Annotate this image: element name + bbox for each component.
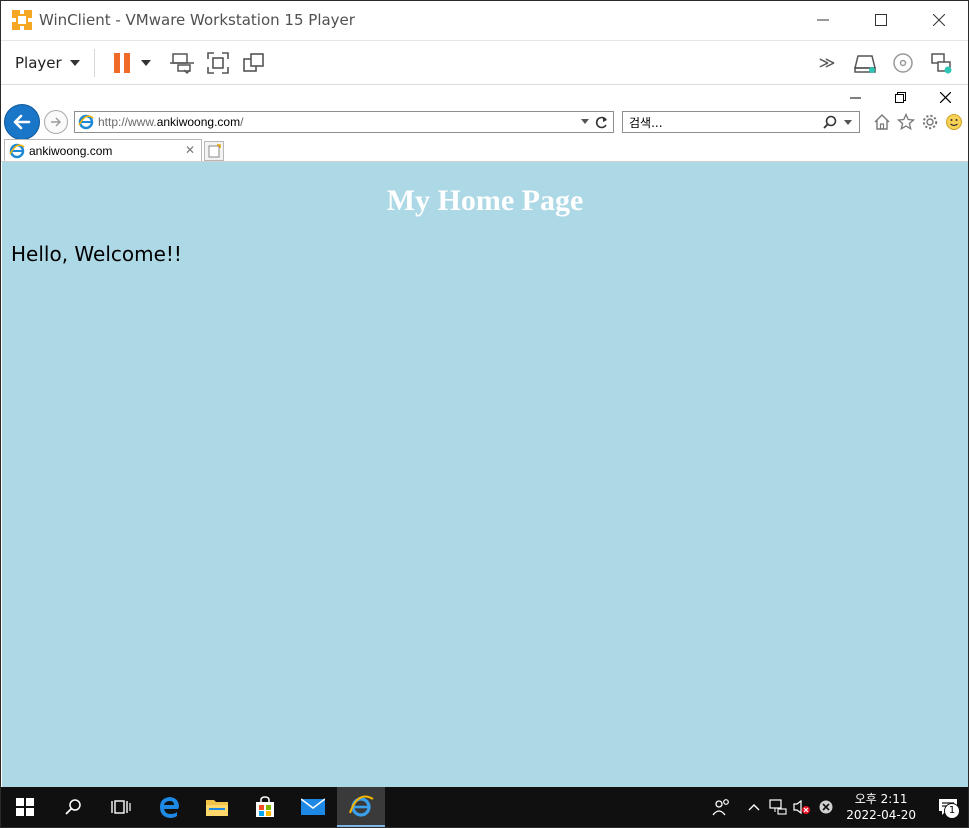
network-icon xyxy=(769,799,787,815)
vmware-window: WinClient - VMware Workstation 15 Player… xyxy=(0,0,969,828)
page-heading: My Home Page xyxy=(386,184,584,217)
pause-dropdown-button[interactable] xyxy=(139,50,153,76)
volume-button[interactable] xyxy=(790,787,814,827)
hard-disk-button[interactable] xyxy=(852,50,878,76)
unity-button[interactable] xyxy=(241,50,267,76)
address-bar[interactable]: http://www.ankiwoong.com/ xyxy=(74,111,614,133)
full-screen-button[interactable] xyxy=(205,50,231,76)
clock-date: 2022-04-20 xyxy=(846,808,916,822)
gear-icon xyxy=(922,114,938,130)
send-ctrl-alt-del-button[interactable] xyxy=(169,50,195,76)
web-page-content: My Home Page Hello, Welcome!! xyxy=(2,162,968,787)
store-icon xyxy=(256,796,274,817)
refresh-icon[interactable] xyxy=(595,115,608,132)
minimize-button[interactable] xyxy=(794,1,852,39)
favorites-button[interactable] xyxy=(894,111,918,133)
internet-explorer-icon xyxy=(349,795,374,817)
search-taskbar-button[interactable] xyxy=(49,787,97,827)
edge-icon xyxy=(160,797,179,818)
player-menu-button[interactable]: Player xyxy=(15,54,80,72)
close-button[interactable] xyxy=(910,1,968,39)
vm-titlebar: WinClient - VMware Workstation 15 Player xyxy=(1,1,968,39)
star-icon xyxy=(897,113,915,131)
tab-strip: ankiwoong.com ✕ xyxy=(1,139,968,162)
notification-count-badge: 1 xyxy=(944,803,960,819)
task-view-icon xyxy=(111,800,131,814)
unity-icon xyxy=(242,52,264,72)
network-adapter-button[interactable] xyxy=(928,50,954,76)
home-button[interactable] xyxy=(870,111,894,133)
back-button[interactable] xyxy=(4,104,40,140)
double-chevron-right-icon: ≫ xyxy=(818,53,836,72)
clock-time: 오후 2:11 xyxy=(854,792,908,806)
disc-icon xyxy=(893,52,913,73)
volume-muted-icon xyxy=(793,799,811,815)
ie-navigation-bar: http://www.ankiwoong.com/ 검색... xyxy=(1,104,968,140)
folder-icon xyxy=(206,800,228,816)
mail-icon xyxy=(301,798,325,815)
fullscreen-icon xyxy=(206,51,229,74)
search-box[interactable]: 검색... xyxy=(622,111,860,133)
chevron-up-icon xyxy=(748,804,760,811)
forward-button[interactable] xyxy=(44,110,68,134)
search-icon xyxy=(65,799,81,815)
pause-button[interactable] xyxy=(109,50,135,76)
clock[interactable]: 오후 2:11 2022-04-20 xyxy=(846,791,916,823)
player-menu-label: Player xyxy=(15,53,62,72)
people-button[interactable] xyxy=(702,787,742,827)
search-icon[interactable] xyxy=(823,115,837,132)
start-button[interactable] xyxy=(1,787,49,827)
windows-logo-icon xyxy=(16,798,34,816)
window-title: WinClient - VMware Workstation 15 Player xyxy=(39,11,355,29)
more-devices-button[interactable]: ≫ xyxy=(814,50,840,76)
network-status-button[interactable] xyxy=(766,787,790,827)
page-paragraph: Hello, Welcome!! xyxy=(11,242,182,266)
system-tray: 오후 2:11 2022-04-20 1 xyxy=(702,787,968,827)
pause-icon xyxy=(113,52,130,73)
new-tab-button[interactable] xyxy=(204,141,224,161)
show-hidden-icons-button[interactable] xyxy=(742,787,766,827)
mail-button[interactable] xyxy=(289,787,337,827)
action-center-button[interactable]: 1 xyxy=(928,787,968,827)
home-icon xyxy=(874,114,890,130)
tab-ankiwoong[interactable]: ankiwoong.com ✕ xyxy=(4,139,202,161)
tab-close-icon[interactable]: ✕ xyxy=(185,143,195,157)
address-dropdown-icon[interactable] xyxy=(581,119,589,124)
people-icon xyxy=(712,799,730,816)
ie-page-icon xyxy=(9,143,25,158)
ie-page-icon xyxy=(78,114,94,130)
internet-explorer-button[interactable] xyxy=(337,787,385,827)
toolbar-divider xyxy=(93,48,95,77)
send-keys-icon xyxy=(169,52,194,74)
tab-title: ankiwoong.com xyxy=(29,143,113,158)
windows-taskbar: 오후 2:11 2022-04-20 1 xyxy=(1,787,968,827)
file-explorer-button[interactable] xyxy=(193,787,241,827)
smiley-icon xyxy=(946,114,962,130)
feedback-button[interactable] xyxy=(942,111,966,133)
chevron-down-icon xyxy=(69,59,80,66)
search-dropdown-icon[interactable] xyxy=(844,120,852,125)
cd-dvd-button[interactable] xyxy=(890,50,916,76)
arrow-left-icon xyxy=(13,114,31,130)
error-circle-icon xyxy=(819,800,833,814)
address-url: http://www.ankiwoong.com/ xyxy=(98,115,244,129)
arrow-right-icon xyxy=(51,117,61,127)
store-button[interactable] xyxy=(241,787,289,827)
vm-toolbar: Player ≫ xyxy=(1,40,968,85)
maximize-button[interactable] xyxy=(852,1,910,39)
new-tab-icon xyxy=(208,144,221,158)
network-icon xyxy=(931,52,952,73)
vmware-logo-icon xyxy=(11,9,33,31)
tools-button[interactable] xyxy=(918,111,942,133)
edge-button[interactable] xyxy=(145,787,193,827)
task-view-button[interactable] xyxy=(97,787,145,827)
alert-button[interactable] xyxy=(814,787,838,827)
hard-disk-icon xyxy=(854,54,876,73)
chevron-down-icon xyxy=(140,59,151,66)
search-input[interactable]: 검색... xyxy=(629,114,663,131)
